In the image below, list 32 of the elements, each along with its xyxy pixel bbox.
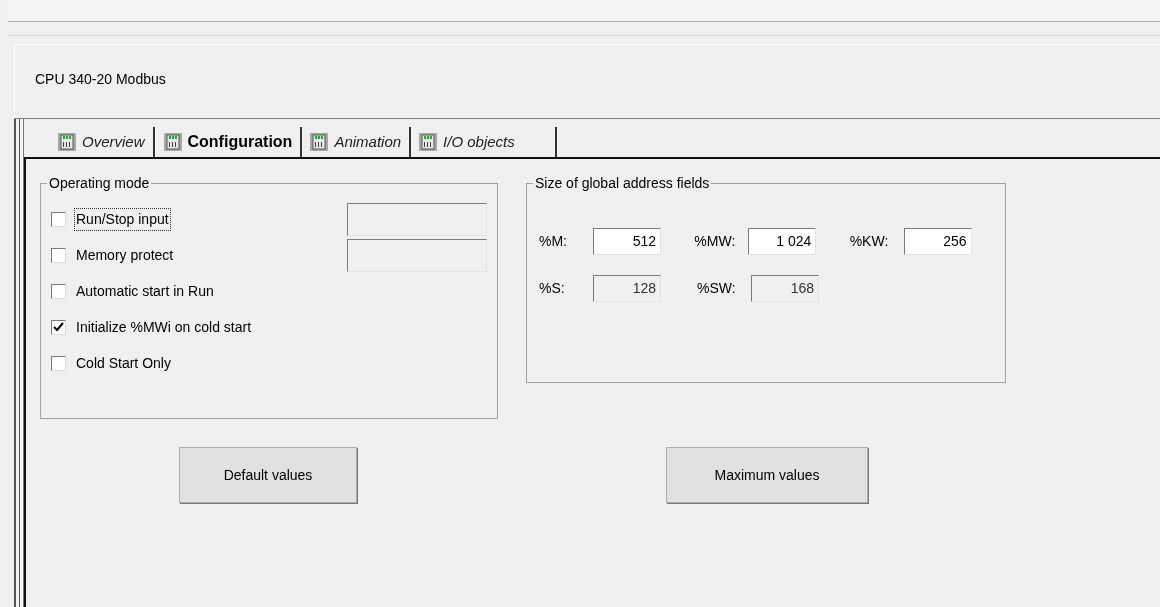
checkbox[interactable] bbox=[51, 248, 66, 263]
module-icon bbox=[310, 133, 329, 151]
field-label: %SW: bbox=[697, 279, 737, 298]
module-icon bbox=[58, 133, 76, 151]
checkbox-label: Cold Start Only bbox=[75, 354, 172, 373]
field-label: %KW: bbox=[849, 232, 890, 251]
number-field[interactable]: 1 024 bbox=[748, 228, 817, 255]
checkbox-label: Initialize %MWi on cold start bbox=[75, 318, 253, 337]
tab[interactable]: Configuration bbox=[154, 127, 303, 157]
checkbox-label: Automatic start in Run bbox=[75, 282, 215, 301]
module-title: CPU 340-20 Modbus bbox=[35, 71, 166, 87]
group-title: Size of global address fields bbox=[533, 174, 712, 192]
field-label: %S: bbox=[539, 279, 566, 298]
module-icon bbox=[163, 133, 182, 151]
tab[interactable]: Animation bbox=[302, 127, 412, 157]
module-icon bbox=[419, 133, 438, 151]
checkbox-label: Run/Stop input bbox=[75, 209, 170, 230]
tab[interactable]: Overview bbox=[50, 127, 155, 157]
checkmark-icon bbox=[53, 322, 64, 333]
checkbox-label: Memory protect bbox=[75, 246, 175, 265]
group-title: Operating mode bbox=[47, 174, 152, 192]
action-button[interactable]: Default values bbox=[179, 447, 357, 503]
checkbox[interactable] bbox=[51, 212, 66, 227]
field-label: %M: bbox=[539, 232, 568, 251]
checkbox[interactable] bbox=[51, 284, 66, 299]
tab[interactable]: I/O objects bbox=[411, 127, 557, 157]
number-field[interactable]: 256 bbox=[903, 228, 972, 255]
checkbox[interactable] bbox=[51, 320, 66, 335]
action-button[interactable]: Maximum values bbox=[666, 447, 868, 503]
number-field[interactable]: 512 bbox=[593, 228, 661, 255]
field-label: %MW: bbox=[694, 232, 737, 251]
checkbox[interactable] bbox=[51, 356, 66, 371]
